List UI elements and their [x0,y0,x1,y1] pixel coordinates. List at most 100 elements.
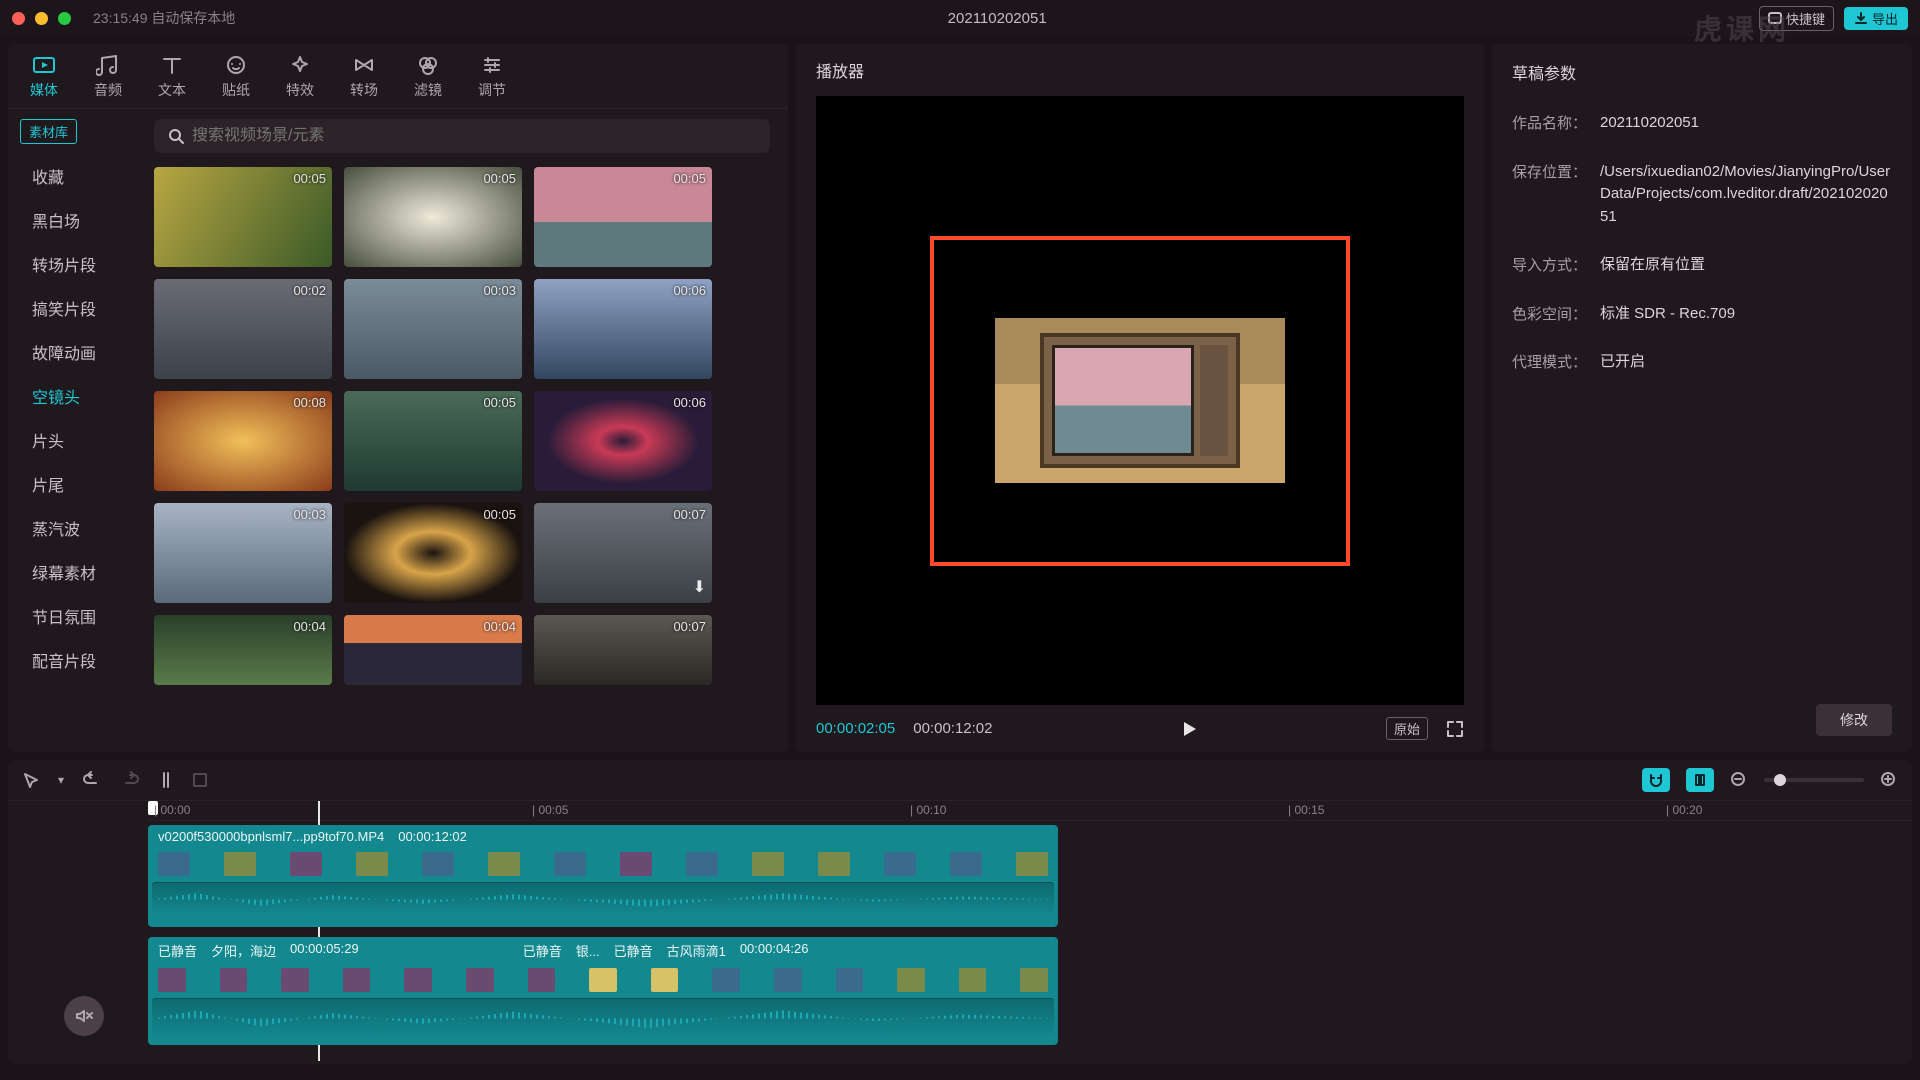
frame-thumb [884,852,916,876]
mute-toggle-button[interactable] [64,996,104,1036]
clip-thumbnail[interactable]: 00:05 [154,167,332,267]
timeline-tracks[interactable]: | 00:00| 00:05| 00:10| 00:15| 00:20 ↖ v0… [148,801,1912,1064]
video-track-1[interactable]: v0200f530000bpnlsml7...pp9tof70.MP4 00:0… [148,825,1058,927]
export-label: 导出 [1872,9,1898,28]
category-item[interactable]: 黑白场 [8,198,136,242]
selection-mode-dropdown[interactable]: ▾ [58,773,64,787]
time-current: 00:00:02:05 [816,720,895,737]
clip-thumbnail[interactable]: 00:06 [534,279,712,379]
media-panel: 媒体音频文本贴纸特效转场滤镜调节 素材库 收藏黑白场转场片段搞笑片段故障动画空镜… [8,44,788,752]
property-value: /Users/ixuedian02/Movies/JianyingPro/Use… [1600,161,1892,229]
crop-tool[interactable] [192,772,208,788]
category-item[interactable]: 收藏 [8,154,136,198]
category-item[interactable]: 绿幕素材 [8,550,136,594]
minimize-icon[interactable] [35,12,48,25]
category-item[interactable]: 蒸汽波 [8,506,136,550]
frame-thumb [752,852,784,876]
clip-duration-badge: 00:05 [483,395,516,410]
clip-thumbnail[interactable]: 00:05 [344,167,522,267]
modify-button[interactable]: 修改 [1816,704,1892,736]
category-item[interactable]: 空镜头 [8,374,136,418]
clip-thumbnail[interactable]: 00:02 [154,279,332,379]
segment-duration: 00:00:05:29 [290,941,359,960]
tool-tab-filter[interactable]: 滤镜 [414,54,442,100]
clip-thumbnail[interactable]: 00:05 [534,167,712,267]
maximize-icon[interactable] [58,12,71,25]
split-tool[interactable] [158,771,174,789]
clip-thumbnail[interactable]: 00:05 [344,391,522,491]
autosave-status: 23:15:49 自动保存本地 [93,8,235,28]
draft-property-row: 导入方式：保留在原有位置 [1512,254,1892,277]
property-value: 保留在原有位置 [1600,254,1892,277]
time-total: 00:00:12:02 [913,720,992,737]
clip-thumbnail[interactable]: 00:04 [154,615,332,685]
original-ratio-button[interactable]: 原始 [1386,717,1428,740]
clip-thumbnail[interactable]: 00:03 [154,503,332,603]
clip-duration: 00:00:12:02 [398,829,467,844]
category-sidebar: 素材库 收藏黑白场转场片段搞笑片段故障动画空镜头片头片尾蒸汽波绿幕素材节日氛围配… [8,109,136,752]
play-button[interactable] [1180,720,1198,738]
category-item[interactable]: 转场片段 [8,242,136,286]
crop-frame[interactable] [930,236,1350,566]
download-icon[interactable]: ⬇ [693,577,706,597]
fullscreen-icon[interactable] [1446,720,1464,738]
frame-thumb [1020,968,1048,992]
frame-thumb [290,852,322,876]
player-viewport[interactable] [816,96,1464,705]
magnet-toggle[interactable] [1642,768,1670,792]
undo-button[interactable] [82,771,102,789]
category-item[interactable]: 搞笑片段 [8,286,136,330]
time-ruler[interactable]: | 00:00| 00:05| 00:10| 00:15| 00:20 [148,801,1912,821]
frame-thumb [589,968,617,992]
library-badge[interactable]: 素材库 [20,119,77,144]
zoom-out-button[interactable] [1730,771,1748,789]
clip-duration-badge: 00:07 [673,507,706,522]
frame-thumb [686,852,718,876]
selection-tool[interactable] [22,771,40,789]
timeline-toolbar: ▾ [8,760,1912,801]
property-value: 202110202051 [1600,112,1892,135]
clip-duration-badge: 00:03 [483,283,516,298]
zoom-in-button[interactable] [1880,771,1898,789]
property-label: 代理模式： [1512,351,1600,374]
category-item[interactable]: 片头 [8,418,136,462]
link-toggle[interactable] [1686,768,1714,792]
clip-thumbnail[interactable]: 00:07 ⬇ [534,503,712,603]
timeline-panel: ▾ | 00:00| 00:05| 00:10| 00:15| 00:20 ↖ [8,760,1912,1064]
frame-thumb [356,852,388,876]
category-item[interactable]: 配音片段 [8,638,136,682]
tool-tab-video-play[interactable]: 媒体 [30,54,58,100]
tool-tab-sticker[interactable]: 贴纸 [222,54,250,100]
clip-thumbnail[interactable]: 00:07 [534,615,712,685]
tool-tab-audio[interactable]: 音频 [94,54,122,100]
transition-icon [351,54,377,76]
muted-badge: 已静音 [614,941,653,960]
export-button[interactable]: 导出 [1844,7,1908,30]
clip-duration-badge: 00:07 [673,619,706,634]
video-track-2[interactable]: 已静音 夕阳，海边 00:00:05:29 已静音 银... 已静音 古风雨滴1… [148,937,1058,1045]
redo-button[interactable] [120,771,140,789]
frame-thumb [281,968,309,992]
clip-thumbnail[interactable]: 00:03 [344,279,522,379]
sparkle-icon [287,54,313,76]
category-item[interactable]: 片尾 [8,462,136,506]
property-label: 作品名称： [1512,112,1600,135]
text-icon [159,54,185,76]
frame-thumb [950,852,982,876]
clip-thumbnail[interactable]: 00:08 [154,391,332,491]
category-item[interactable]: 故障动画 [8,330,136,374]
audio-waveform [152,882,1054,916]
tool-tab-transition[interactable]: 转场 [350,54,378,100]
search-box[interactable] [154,119,770,153]
tool-tab-adjust[interactable]: 调节 [478,54,506,100]
zoom-slider[interactable] [1764,778,1864,782]
clip-thumbnail[interactable]: 00:06 [534,391,712,491]
tool-tab-sparkle[interactable]: 特效 [286,54,314,100]
close-icon[interactable] [12,12,25,25]
tool-tab-text[interactable]: 文本 [158,54,186,100]
search-input[interactable] [192,127,756,145]
category-item[interactable]: 节日氛围 [8,594,136,638]
clip-thumbnail[interactable]: 00:05 [344,503,522,603]
clip-thumbnail[interactable]: 00:04 [344,615,522,685]
frame-thumb [466,968,494,992]
